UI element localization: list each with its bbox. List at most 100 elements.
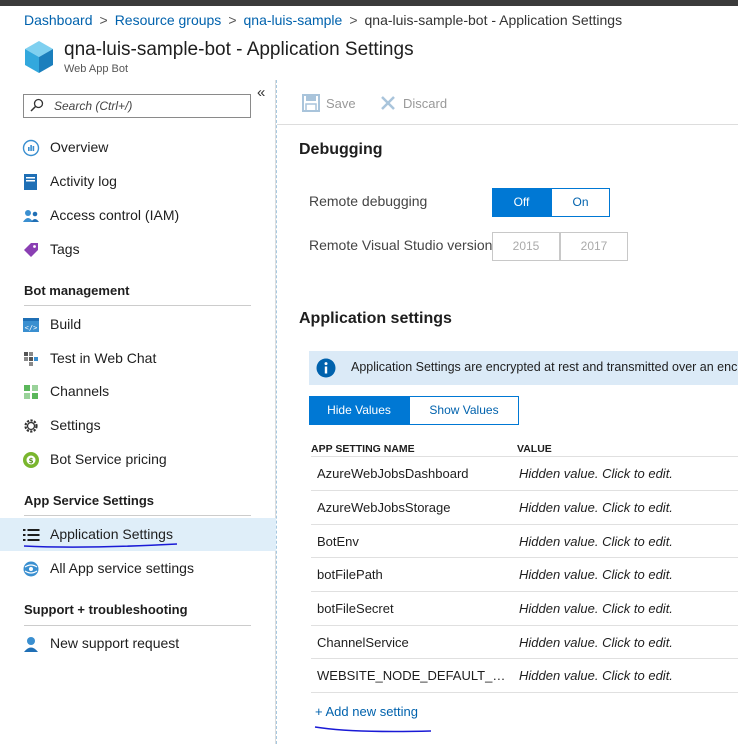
breadcrumb-resource-group[interactable]: qna-luis-sample [244,12,343,28]
table-row[interactable]: botFileSecret Hidden value. Click to edi… [311,591,738,625]
app-service-icon [23,561,39,577]
info-banner: Application Settings are encrypted at re… [309,351,738,385]
access-control-icon [23,210,39,222]
info-text: Application Settings are encrypted at re… [351,360,738,374]
save-label: Save [326,96,356,111]
setting-name: BotEnv [317,534,359,549]
sidebar-item-label: Tags [50,241,80,257]
web-app-bot-cube-icon [25,41,53,73]
setting-value[interactable]: Hidden value. Click to edit. [519,534,673,549]
setting-value[interactable]: Hidden value. Click to edit. [519,668,673,683]
top-bar [0,0,738,6]
remote-debugging-toggle: Off On [492,188,610,217]
section-heading-support-troubleshooting: Support + troubleshooting [24,602,188,617]
remote-debugging-on-option[interactable]: On [551,188,610,217]
section-divider [24,515,251,516]
gear-icon [24,419,38,433]
add-new-setting-link[interactable]: + Add new setting [315,704,418,719]
setting-value[interactable]: Hidden value. Click to edit. [519,635,673,650]
sidebar-item-label: All App service settings [50,560,194,576]
setting-value[interactable]: Hidden value. Click to edit. [519,466,673,481]
sidebar-item-label: Build [50,316,82,332]
section-divider [24,625,251,626]
setting-name: ChannelService [317,635,409,650]
table-row[interactable]: ChannelService Hidden value. Click to ed… [311,625,738,659]
page-title: qna-luis-sample-bot - Application Settin… [64,39,414,60]
search-input[interactable] [54,97,244,115]
breadcrumb-resource-groups[interactable]: Resource groups [115,12,222,28]
breadcrumb-current: qna-luis-sample-bot - Application Settin… [364,12,623,28]
sidebar: « Overview Activity log Access control (… [0,80,276,744]
sidebar-item-test-in-web-chat[interactable]: Test in Web Chat [0,342,276,375]
sidebar-item-label: Access control (IAM) [50,207,180,223]
vs-version-toggle: 2015 2017 [492,232,628,261]
table-row[interactable]: AzureWebJobsStorage Hidden value. Click … [311,490,738,524]
sidebar-item-label: Settings [50,417,101,433]
channels-icon [24,385,38,399]
overview-icon [22,139,40,157]
setting-value[interactable]: Hidden value. Click to edit. [519,567,673,582]
setting-name: WEBSITE_NODE_DEFAULT_VERSION [317,668,507,683]
breadcrumb-dashboard[interactable]: Dashboard [24,12,93,28]
search-icon [30,98,44,112]
hide-values-button[interactable]: Hide Values [309,396,409,425]
remote-debugging-off-option[interactable]: Off [492,188,551,217]
collapse-sidebar-button[interactable]: « [257,84,265,101]
close-icon [381,96,395,110]
table-row[interactable]: WEBSITE_NODE_DEFAULT_VERSION Hidden valu… [311,658,738,693]
main-content: Save Discard Debugging Remote debugging … [276,80,738,744]
table-row[interactable]: botFilePath Hidden value. Click to edit. [311,557,738,591]
section-heading-bot-management: Bot management [24,283,130,298]
sidebar-item-tags[interactable]: Tags [0,233,276,266]
section-divider [24,305,251,306]
show-values-button[interactable]: Show Values [409,396,519,425]
sidebar-item-label: Channels [50,383,110,399]
support-request-icon [24,637,38,652]
command-bar: Save Discard [277,80,738,125]
column-header-value: VALUE [517,443,552,455]
sidebar-item-overview[interactable]: Overview [0,131,276,164]
application-settings-heading: Application settings [299,310,452,327]
table-row[interactable]: BotEnv Hidden value. Click to edit. [311,524,738,558]
table-row[interactable]: AzureWebJobsDashboard Hidden value. Clic… [311,456,738,490]
sidebar-item-all-app-service-settings[interactable]: All App service settings [0,552,276,585]
svg-text:</>: </> [25,324,38,332]
breadcrumb-separator: > [228,12,237,28]
pricing-icon: $ [23,452,39,468]
sidebar-item-application-settings[interactable]: Application Settings [0,518,276,551]
svg-text:$: $ [29,457,34,465]
remote-debugging-label: Remote debugging [309,193,428,209]
page-subtitle: Web App Bot [64,63,129,75]
web-chat-icon [24,352,38,366]
sidebar-item-activity-log[interactable]: Activity log [0,165,276,198]
info-icon [316,358,336,378]
vs-version-label: Remote Visual Studio version [309,237,493,253]
sidebar-item-label: Test in Web Chat [50,350,157,366]
breadcrumb-separator: > [349,12,358,28]
setting-value[interactable]: Hidden value. Click to edit. [519,601,673,616]
sidebar-item-new-support-request[interactable]: New support request [0,627,276,660]
sidebar-item-label: Activity log [50,173,117,189]
sidebar-item-label: Overview [50,139,109,155]
save-icon [302,94,320,112]
sidebar-item-build[interactable]: </> Build [0,308,276,341]
setting-name: AzureWebJobsDashboard [317,466,469,481]
sidebar-item-settings[interactable]: Settings [0,409,276,442]
breadcrumb-separator: > [99,12,108,28]
list-icon [23,529,40,541]
sidebar-item-label: Application Settings [50,526,173,542]
sidebar-item-access-control[interactable]: Access control (IAM) [0,199,276,232]
search-box[interactable] [23,94,251,118]
sidebar-item-label: Bot Service pricing [50,451,167,467]
sidebar-item-label: New support request [50,635,180,651]
column-header-name: APP SETTING NAME [311,443,415,455]
setting-name: botFileSecret [317,601,394,616]
sidebar-item-channels[interactable]: Channels [0,375,276,408]
activity-log-icon [24,174,37,190]
sidebar-item-bot-service-pricing[interactable]: $ Bot Service pricing [0,443,276,476]
vs-version-2015-option[interactable]: 2015 [492,232,560,261]
value-visibility-toggle: Hide Values Show Values [309,396,519,425]
discard-label: Discard [403,96,448,111]
vs-version-2017-option[interactable]: 2017 [560,232,628,261]
setting-value[interactable]: Hidden value. Click to edit. [519,500,673,515]
